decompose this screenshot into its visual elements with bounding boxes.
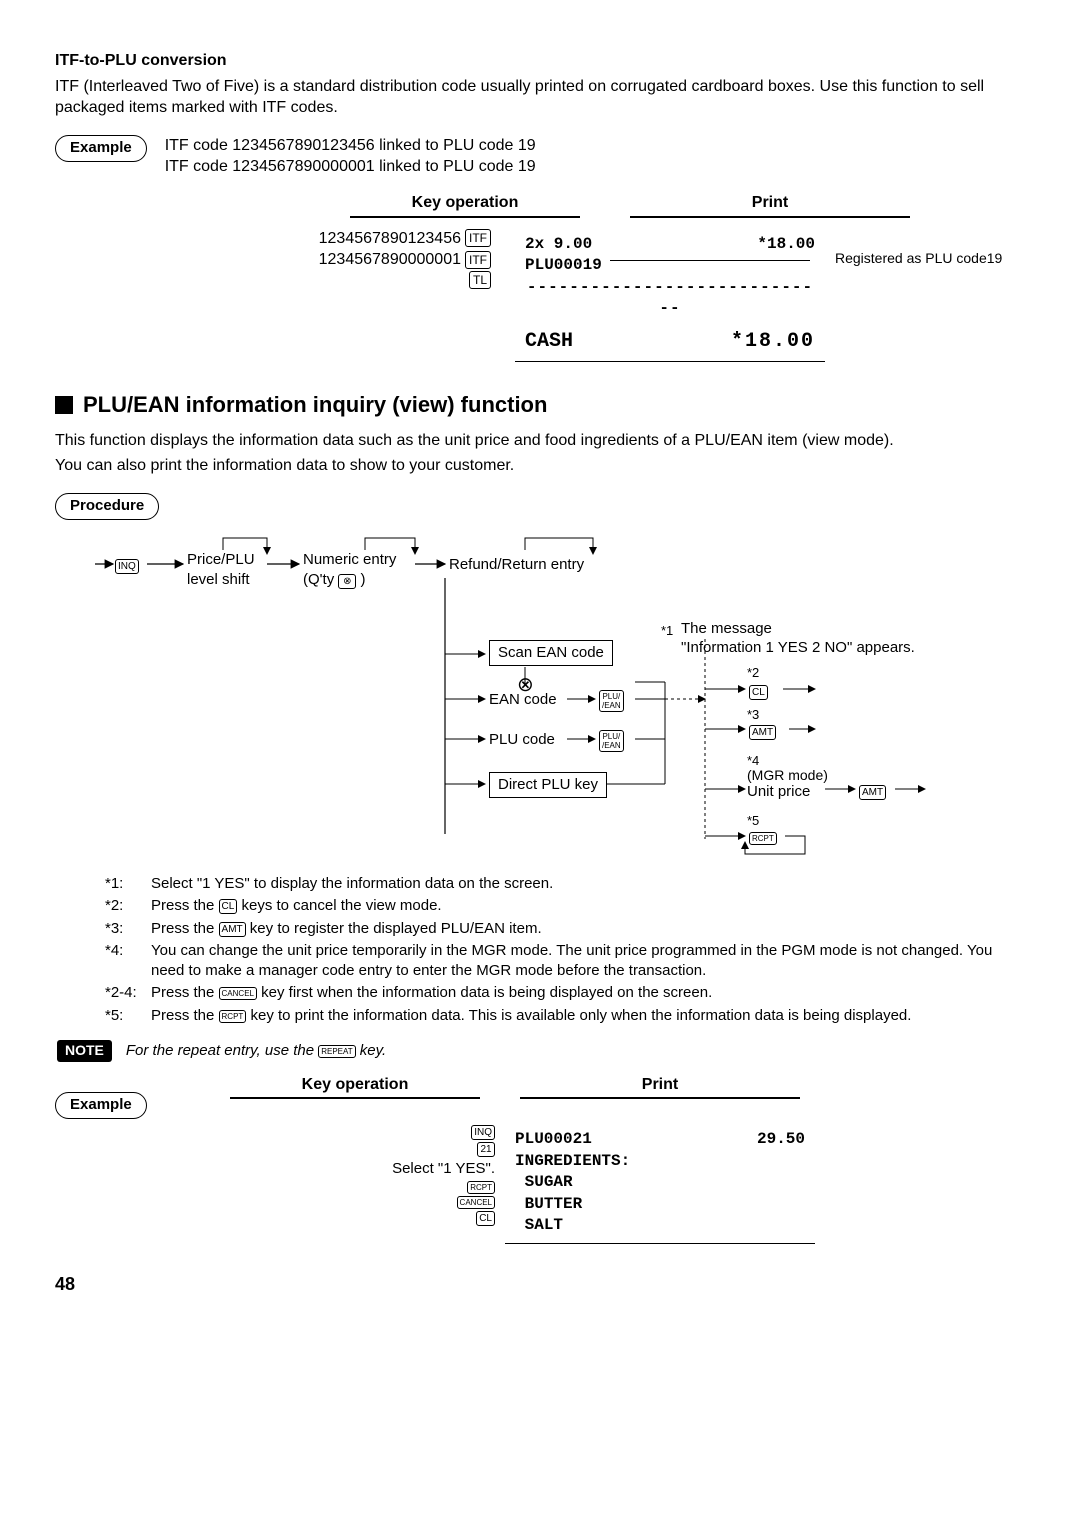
flow-ean: EAN code bbox=[489, 690, 557, 710]
flow-msg1: The message bbox=[681, 619, 772, 639]
keyop-entry: 1234567890123456 bbox=[319, 228, 461, 250]
inq-key: INQ bbox=[115, 559, 139, 574]
plu-ean-key: PLU//EAN bbox=[599, 690, 624, 712]
num-key: 21 bbox=[477, 1142, 495, 1157]
flow-unit: Unit price bbox=[747, 782, 810, 802]
section-title: PLU/EAN information inquiry (view) funct… bbox=[55, 390, 1025, 420]
note-badge: NOTE bbox=[57, 1040, 112, 1062]
multiply-key: ⊗ bbox=[338, 574, 356, 589]
example-line: ITF code 1234567890000001 linked to PLU … bbox=[165, 156, 536, 178]
procedure-badge: Procedure bbox=[55, 493, 159, 520]
itf-title: ITF-to-PLU conversion bbox=[55, 50, 1025, 72]
itf-key: ITF bbox=[465, 251, 491, 269]
cancel-key: CANCEL bbox=[219, 987, 257, 1000]
receipt-1: 2x 9.00*18.00 PLU00019 -----------------… bbox=[515, 228, 825, 362]
flow-star1: *1 bbox=[661, 622, 673, 640]
keyop-entry: 1234567890000001 bbox=[319, 249, 461, 271]
rcpt-key: RCPT bbox=[219, 1010, 247, 1023]
amt-key: AMT bbox=[859, 785, 886, 800]
keyop-header: Key operation bbox=[205, 1074, 505, 1096]
page-number: 48 bbox=[55, 1272, 1025, 1296]
receipt-2: PLU0002129.50 INGREDIENTS: SUGAR BUTTER … bbox=[505, 1125, 815, 1244]
column-headers: Key operation Print bbox=[55, 192, 1025, 218]
repeat-key: REPEAT bbox=[318, 1045, 355, 1058]
cl-key: CL bbox=[749, 685, 768, 700]
flow-numeric: Numeric entry (Q'ty ⊗ ) bbox=[303, 550, 396, 591]
flow-price: Price/PLUlevel shift bbox=[187, 550, 255, 591]
select-text: Select "1 YES". bbox=[392, 1159, 495, 1179]
rcpt-key: RCPT bbox=[467, 1181, 495, 1194]
example-badge: Example bbox=[55, 135, 147, 162]
rcpt-key: RCPT bbox=[749, 832, 777, 845]
itf-paragraph: ITF (Interleaved Two of Five) is a stand… bbox=[55, 76, 1025, 119]
notes-list: *1: Select "1 YES" to display the inform… bbox=[105, 874, 1025, 1026]
example-badge: Example bbox=[55, 1092, 147, 1119]
receipt-side-note: Registered as PLU code19 bbox=[825, 228, 1025, 267]
itf-key: ITF bbox=[465, 229, 491, 247]
inq-key: INQ bbox=[471, 1125, 495, 1140]
flow-direct-box: Direct PLU key bbox=[489, 772, 607, 798]
inquiry-p1: This function displays the information d… bbox=[55, 430, 1025, 452]
print-header: Print bbox=[505, 1074, 815, 1096]
amt-key: AMT bbox=[219, 922, 246, 937]
example-block-1: Example ITF code 1234567890123456 linked… bbox=[55, 135, 1025, 178]
flowchart: INQ Price/PLUlevel shift Numeric entry (… bbox=[95, 534, 1025, 874]
keyop-header: Key operation bbox=[315, 192, 615, 214]
amt-key: AMT bbox=[749, 725, 776, 740]
inquiry-p2: You can also print the information data … bbox=[55, 455, 1025, 477]
flow-refund: Refund/Return entry bbox=[449, 555, 584, 575]
note-row: NOTE For the repeat entry, use the REPEA… bbox=[57, 1040, 1025, 1062]
example-line: ITF code 1234567890123456 linked to PLU … bbox=[165, 135, 536, 157]
flow-scan-box: Scan EAN code bbox=[489, 640, 613, 666]
plu-ean-key: PLU//EAN bbox=[599, 730, 624, 752]
flow-star2: *2 bbox=[747, 664, 759, 682]
flow-msg2: "Information 1 YES 2 NO" appears. bbox=[681, 638, 915, 658]
print-header: Print bbox=[615, 192, 925, 214]
square-bullet-icon bbox=[55, 396, 73, 414]
tl-key: TL bbox=[469, 271, 491, 289]
flow-plu: PLU code bbox=[489, 730, 555, 750]
cancel-key: CANCEL bbox=[457, 1196, 495, 1209]
cl-key: CL bbox=[476, 1211, 495, 1226]
cl-key: CL bbox=[219, 899, 238, 914]
